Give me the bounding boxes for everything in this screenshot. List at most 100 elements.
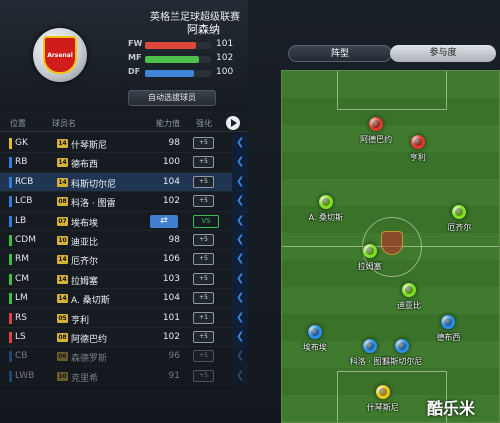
player-rating: 104 [162,293,180,304]
table-row[interactable]: LM 14 A. 桑切斯 104 +5 ❮ [0,289,248,309]
player-position: RCB [15,176,34,187]
player-season-badge: 10 [57,235,68,245]
squad-screen: Arsenal 英格兰足球超级联赛 阿森纳 FW 101 MF 102 DF 1… [0,0,500,423]
squad-panel: Arsenal 英格兰足球超级联赛 阿森纳 FW 101 MF 102 DF 1… [0,0,248,423]
player-dot-icon [307,325,322,340]
center-crest-icon [381,231,403,255]
player-rating: 100 [162,157,180,168]
player-season-badge: 14 [57,274,68,284]
position-color-bar [9,331,12,343]
player-dot-icon [362,339,377,354]
team-header: Arsenal 英格兰足球超级联赛 阿森纳 FW 101 MF 102 DF 1… [0,0,248,112]
pitch-player-name: A. 桑切斯 [308,212,343,222]
player-position: GK [15,138,28,148]
enhance-badge: +5 [193,175,214,188]
player-position: CM [15,273,30,284]
table-row[interactable]: GK 14 什琴斯尼 98 +5 ❮ [0,134,248,154]
player-position: RB [15,157,28,168]
player-dot-icon [452,205,467,220]
player-name: 科斯切尔尼 [71,179,117,190]
player-name: 埃布埃 [71,218,99,229]
chevron-left-icon: ❮ [236,350,245,362]
badge-text: Arsenal [47,51,73,59]
player-name: 厄齐尔 [71,257,99,268]
table-row[interactable]: RB 14 德布西 100 +5 ❮ [0,153,248,173]
pitch-player-marker[interactable] [361,337,379,355]
enhance-badge: +5 [193,330,214,343]
player-name: 森德罗斯 [71,354,108,365]
table-row[interactable]: RS 05 亨利 101 +1 ❮ [0,308,248,328]
player-list: GK 14 什琴斯尼 98 +5 ❮ RB 14 德布西 100 +5 ❮ RCB 14 科斯切尔尼 104 +… [0,134,248,387]
table-row[interactable]: RM 14 厄齐尔 106 +5 ❮ [0,250,248,270]
player-dot-icon [362,244,377,259]
col-position: 位置 [10,119,26,128]
rating-fw: FW 101 [128,39,243,51]
col-rating: 能力值 [156,119,180,128]
pitch-player-marker[interactable] [393,337,411,355]
player-dot-icon [402,282,417,297]
player-rating: 102 [162,196,180,207]
swap-icon[interactable]: ⇄ [150,214,178,228]
player-season-badge: 14 [57,158,68,168]
table-row[interactable]: CM 14 拉姆塞 103 +5 ❮ [0,269,248,290]
player-rating: 104 [162,176,180,187]
player-dot-icon [318,194,333,209]
player-rating: 101 [162,312,180,323]
chevron-left-icon: ❮ [236,175,245,187]
pitch-player-marker[interactable] [367,115,385,133]
player-season-badge: 08 [57,332,68,342]
player-dot-icon [395,339,410,354]
enhance-badge: +1 [193,311,214,324]
table-row[interactable]: LS 08 阿德巴约 102 +5 ❮ [0,327,248,348]
enhance-badge: +5 [193,233,214,246]
player-season-badge: 05 [57,313,68,323]
chevron-left-icon: ❮ [236,311,245,323]
player-rating: 102 [162,331,180,342]
position-color-bar [9,196,12,208]
player-position: RS [15,312,27,323]
column-header: 位置 球员名 能力值 强化 [0,114,248,132]
player-position: LCB [15,196,33,207]
player-position: CB [15,351,28,362]
pitch-player-name: 迪亚比 [397,300,422,310]
table-row[interactable]: LWB 10 克里希 91 +5 ❮ [0,366,248,387]
player-dot-icon [441,314,456,329]
pitch-player-name: 阿德巴约 [360,134,393,144]
player-position: LM [15,293,28,304]
pitch-player-marker[interactable] [439,313,457,331]
table-row[interactable]: CB 06 森德罗斯 96 +5 ❮ [0,347,248,367]
tab-participation[interactable]: 参与度 [390,45,496,62]
player-season-badge: 14 [57,177,68,187]
table-row[interactable]: RCB 14 科斯切尔尼 104 +5 ❮ [0,172,248,193]
table-row[interactable]: CDM 10 迪亚比 98 +5 ❮ [0,230,248,251]
rating-bar-track [145,42,211,49]
play-icon[interactable] [226,116,240,130]
col-enhance: 强化 [196,119,212,128]
table-row[interactable]: LCB 08 科洛 · 图雷 102 +5 ❮ [0,192,248,212]
rating-mf: MF 102 [128,53,243,65]
chevron-left-icon: ❮ [236,292,245,304]
chevron-left-icon: ❮ [236,233,245,245]
player-season-badge: 08 [57,197,68,207]
pitch-player-marker[interactable] [374,383,392,401]
club-badge: Arsenal [33,28,87,82]
compare-vs-button[interactable]: VS [193,214,219,228]
pitch-player-marker[interactable] [361,242,379,260]
player-name: 科洛 · 图雷 [71,199,116,210]
auto-select-button[interactable]: 自动选拔球员 [128,90,216,106]
pitch-player-marker[interactable] [400,281,418,299]
club-name: 阿森纳 [187,23,220,36]
chevron-left-icon: ❮ [236,272,245,284]
position-color-bar [9,215,12,227]
pitch-player-marker[interactable] [306,323,324,341]
player-season-badge: 14 [57,255,68,265]
position-color-bar [9,273,12,285]
tab-formation[interactable]: 阵型 [288,45,392,62]
player-dot-icon [369,116,384,131]
rating-value: 100 [216,67,234,77]
pitch-player-marker[interactable] [409,133,427,151]
pitch-player-marker[interactable] [317,193,335,211]
pitch-player-name: 拉姆塞 [357,262,382,272]
top-penalty-box [337,71,447,110]
table-row[interactable]: LB 07 埃布埃 ⇄ VS ❮ [0,211,248,231]
